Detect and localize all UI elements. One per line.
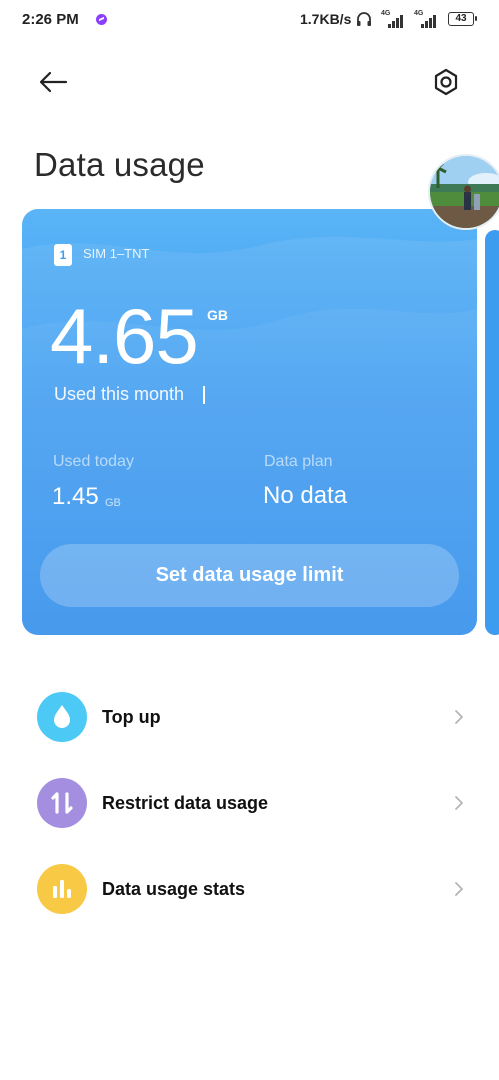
list-item-label: Restrict data usage: [102, 793, 269, 813]
sim-label: SIM 1–TNT: [83, 246, 150, 261]
data-plan-value[interactable]: No data: [263, 482, 347, 510]
list-item-label: Top up: [102, 707, 161, 727]
network-speed: 1.7KB/s: [300, 11, 352, 27]
page-title: Data usage: [34, 146, 205, 184]
back-button[interactable]: [34, 64, 74, 100]
list-item-top-up[interactable]: Top up: [0, 674, 499, 760]
gear-icon: [434, 68, 458, 96]
data-usage-card: 1 SIM 1–TNT 4.65 GB Used this month Used…: [22, 209, 477, 635]
chevron-right-icon: [455, 796, 463, 810]
used-this-month-label: Used this month: [54, 384, 185, 404]
avatar-photo: [430, 156, 499, 228]
list-item-label: Data usage stats: [102, 879, 246, 899]
signal-icon: 4G: [414, 10, 444, 30]
sim-icon: 1: [54, 244, 72, 266]
used-this-month-unit: GB: [207, 307, 228, 323]
battery-icon: 43: [448, 12, 477, 26]
signal-icon: 4G: [381, 10, 411, 30]
list-item-data-usage-stats[interactable]: Data usage stats: [0, 846, 499, 932]
next-sim-card[interactable]: [485, 230, 499, 635]
status-time: 2:26 PM: [22, 11, 79, 28]
arrow-left-icon: [39, 71, 68, 93]
list-item-restrict-data-usage[interactable]: Restrict data usage: [0, 760, 499, 846]
chevron-right-icon: [455, 882, 463, 896]
data-plan-label: Data plan: [264, 453, 333, 470]
used-this-month-value: 4.65: [50, 292, 199, 380]
chevron-right-icon: [455, 710, 463, 724]
status-bar: 2:26 PM 1.7KB/s 4G 4G 43: [0, 0, 499, 40]
settings-button[interactable]: [428, 64, 464, 100]
avatar[interactable]: [428, 154, 499, 230]
headset-icon: [357, 12, 371, 26]
arrows-up-down-icon: [37, 778, 87, 828]
bar-chart-icon: [37, 864, 87, 914]
water-drop-icon: [37, 692, 87, 742]
set-data-limit-button[interactable]: Set data usage limit: [40, 544, 459, 607]
used-today-unit: GB: [105, 497, 121, 509]
text-cursor: [203, 386, 205, 404]
used-today-label: Used today: [53, 453, 134, 470]
used-today-value: 1.45: [52, 483, 99, 510]
messenger-icon: [96, 14, 107, 25]
